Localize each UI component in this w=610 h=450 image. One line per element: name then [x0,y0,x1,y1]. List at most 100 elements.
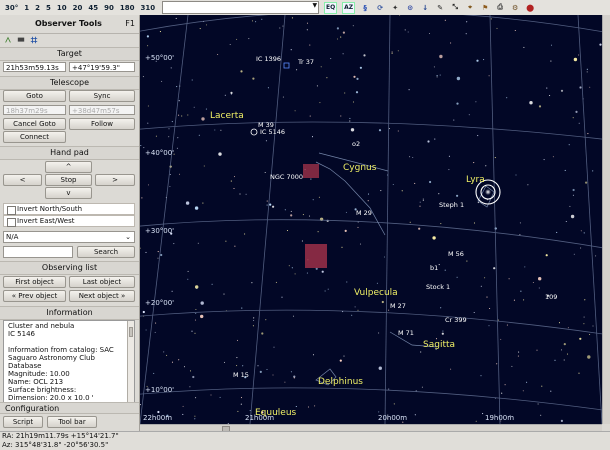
sync-button[interactable]: Sync [69,90,135,102]
background-star [482,413,484,415]
sky-chart-svg[interactable]: +50°00' +40°00' +30°00' +20°00' +10°00' … [140,15,602,424]
background-star [192,375,195,379]
background-star [290,49,292,51]
connect-button[interactable]: Connect [3,131,66,143]
background-star [541,385,543,387]
lyra-bright-star[interactable] [485,189,491,195]
background-star [592,170,594,172]
background-star [324,290,326,292]
background-star [388,309,390,311]
horizon-icon[interactable]: ⤡ [450,3,460,13]
target-dec-field[interactable]: +47°19'59.3" [69,62,135,72]
background-star [253,319,255,322]
nebula-icon[interactable]: ✎ [435,3,445,13]
compass-icon[interactable]: ⌖ [465,3,475,13]
background-star [420,351,422,353]
background-star [272,374,274,376]
toolbar-button[interactable]: Tool bar [47,416,97,428]
background-star [306,29,308,31]
info-line: Cluster and nebula [8,322,75,330]
fov-button[interactable]: 1 [21,4,32,12]
background-star [236,38,238,40]
information-box[interactable]: Cluster and nebula IC 5146 Information f… [3,320,135,414]
background-star [240,403,242,405]
print-icon[interactable]: ⎙ [495,3,505,13]
stop-button[interactable]: Stop [45,174,92,186]
cancel-goto-button[interactable]: Cancel Goto [3,118,66,130]
sky-vertical-scrollbar[interactable] [602,15,610,424]
target-ra-field[interactable]: 21h53m59.13s [3,62,66,72]
background-star [266,200,268,202]
background-star [193,106,195,108]
background-star [142,310,145,314]
north-america-nebula-marker[interactable] [303,164,319,178]
search-button[interactable]: Search [77,246,135,258]
fov-button[interactable]: 310 [138,4,159,12]
sky-chart[interactable]: +50°00' +40°00' +30°00' +20°00' +10°00' … [140,15,602,424]
alt-az-grid-button[interactable]: AZ [342,1,356,14]
monitor-icon[interactable] [17,36,25,44]
follow-button[interactable]: Follow [69,118,135,130]
invert-east-west-checkbox[interactable] [7,218,16,227]
object-label: M 15 [233,371,249,379]
background-star [189,370,192,372]
fov-button[interactable]: 30° [2,4,21,12]
background-star [546,87,548,89]
stop-icon[interactable]: ⬤ [525,3,535,13]
mode-dropdown[interactable]: N/A ⌄ [3,231,135,243]
nebula-marker[interactable] [305,244,327,268]
script-button[interactable]: Script [3,416,43,428]
prev-object-button[interactable]: « Prev object [3,290,66,302]
info-scrollbar[interactable] [127,321,134,413]
move-left-button[interactable]: < [3,174,42,186]
background-star [378,332,380,334]
background-star [580,230,582,232]
fov-button[interactable]: 5 [43,4,54,12]
grid-icon[interactable] [30,36,38,44]
last-object-button[interactable]: Last object [69,276,135,288]
comet-icon[interactable]: ↓ [420,3,430,13]
background-star [320,66,322,68]
invert-east-west-row[interactable]: Invert East/West [3,215,135,227]
equatorial-grid-button[interactable]: EQ [324,1,338,14]
background-star [205,24,208,26]
move-right-button[interactable]: > [95,174,135,186]
fov-button[interactable]: 10 [54,4,70,12]
move-up-button[interactable]: ^ [45,161,92,173]
constellation-lines-icon[interactable]: § [360,3,370,13]
background-star [266,204,268,206]
settings-icon[interactable]: ⚙ [510,3,520,13]
background-star [381,300,384,304]
background-star [147,105,149,107]
planet-icon[interactable]: ⊙ [405,3,415,13]
telescope-icon[interactable]: ⚑ [480,3,490,13]
background-star [517,355,519,357]
fov-button[interactable]: 2 [32,4,43,12]
invert-north-south-checkbox[interactable] [7,206,16,215]
object-search-combo[interactable]: ▼ [162,1,320,14]
panel-icons-row [0,34,139,45]
first-object-button[interactable]: First object [3,276,66,288]
fov-button[interactable]: 20 [70,4,86,12]
info-scrollbar-thumb[interactable] [129,327,133,337]
background-star [538,105,542,108]
background-star [288,265,290,267]
background-star [319,102,321,104]
background-star [301,240,303,242]
fov-button[interactable]: 90 [101,4,117,12]
background-star [187,114,189,116]
stars-icon[interactable]: ✦ [390,3,400,13]
object-search-input[interactable] [3,246,73,258]
refresh-icon[interactable]: ⟳ [375,3,385,13]
fov-button[interactable]: 180 [117,4,138,12]
constellation-label: Lyra [466,175,485,185]
background-star [578,122,580,124]
background-star [367,193,370,195]
sky-horizontal-scrollbar[interactable] [140,424,602,432]
move-down-button[interactable]: v [45,187,92,199]
telescope-icon[interactable] [4,36,12,44]
next-object-button[interactable]: Next object » [69,290,135,302]
fov-button[interactable]: 45 [85,4,101,12]
goto-button[interactable]: Goto [3,90,66,102]
invert-north-south-row[interactable]: Invert North/South [3,203,135,215]
